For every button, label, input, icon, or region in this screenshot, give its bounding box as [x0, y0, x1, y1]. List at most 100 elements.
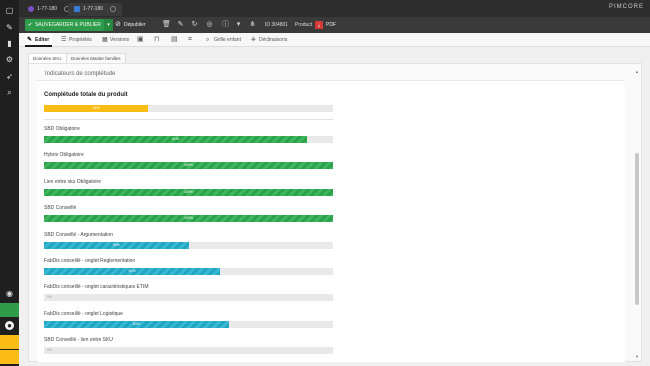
- pimcore-logo-icon[interactable]: [0, 350, 19, 364]
- tools-icon[interactable]: [0, 335, 19, 349]
- tab-notes[interactable]: ▤: [171, 33, 178, 47]
- rename-icon[interactable]: ✎: [175, 19, 186, 31]
- chart-icon[interactable]: ▮: [5, 39, 14, 48]
- indicator-progress-bar: 64%: [44, 320, 333, 328]
- search-icon[interactable]: ⌕: [5, 88, 14, 97]
- panel-title: Indicateurs de complétude: [45, 71, 116, 77]
- variants-icon: ⎈: [251, 37, 256, 43]
- indicator-progress-value: 100%: [184, 216, 193, 221]
- save-publish-button[interactable]: ✔ SAUVEGARDER & PUBLIER: [25, 19, 104, 31]
- check-icon: ✔: [28, 22, 33, 28]
- indicator-progress-value: 0%: [47, 295, 53, 300]
- rocket-icon[interactable]: ➶: [5, 72, 14, 81]
- indicator-progress-value: 50%: [112, 242, 120, 247]
- indicator-progress-bar: 0%: [44, 294, 333, 302]
- delete-icon[interactable]: 🗑: [161, 19, 172, 31]
- indicator-label: SBD Conseillé: [44, 205, 77, 212]
- versions-icon: ▦: [102, 37, 108, 43]
- indicator-label: Lien entre sku Obligatoire: [44, 178, 101, 185]
- indicator-progress-bar: 100%: [44, 215, 333, 223]
- product-icon: [28, 5, 34, 12]
- pdf-icon: ⤓: [315, 20, 323, 29]
- window-tabbar: 1-77-180 1-77-180 PIMCORE: [19, 0, 650, 17]
- document-tab-active[interactable]: 1-77-180: [68, 3, 123, 16]
- indicator-label: FabDis conseillé - onglet caractéristiqu…: [44, 284, 149, 291]
- indicator-progress-bar: 100%: [44, 162, 333, 170]
- object-toolbar: ✔ SAUVEGARDER & PUBLIER ▾ ⊘ Dépublier 🗑 …: [19, 17, 650, 33]
- indicator-progress-value: 100%: [184, 189, 193, 194]
- indicator-label: Hybris Obligatoire: [44, 152, 84, 159]
- tab-sku-data[interactable]: Données SKU: [28, 53, 67, 63]
- save-publish-label: SAUVEGARDER & PUBLIER: [35, 22, 101, 28]
- indicator-progress-value: 0%: [47, 348, 53, 353]
- completeness-panel: Indicateurs de complétude Complétude tot…: [28, 63, 642, 362]
- scrollbar-thumb[interactable]: [635, 153, 639, 305]
- file-icon[interactable]: ▢: [5, 6, 14, 15]
- tab-tags[interactable]: ⌗: [188, 33, 192, 47]
- close-tab-icon[interactable]: [110, 5, 117, 12]
- pdf-button[interactable]: ⤓ PDF: [315, 19, 336, 31]
- pencil-icon: ✎: [27, 37, 33, 43]
- tag-icon: ⌗: [188, 36, 192, 43]
- user-avatar-icon[interactable]: ●: [5, 321, 14, 330]
- block-icon: ⊘: [115, 21, 121, 28]
- tab-child-grid[interactable]: ⌕ Grille enfant: [204, 33, 241, 47]
- reload-icon[interactable]: ↻: [189, 19, 200, 31]
- locate-icon[interactable]: ◎: [204, 19, 215, 31]
- share-icon[interactable]: ⋔: [247, 19, 258, 31]
- divider: [44, 119, 333, 120]
- indicator-progress-value: 91%: [171, 137, 179, 141]
- panel-scrollbar[interactable]: ▲ ▼: [634, 69, 640, 359]
- tab-edit-label: Editer: [35, 37, 50, 43]
- tab-dependencies[interactable]: ⊓: [154, 33, 159, 47]
- indicator-progress-bar: 91%: [44, 136, 333, 143]
- indicator-label: FabDis conseillé - onglet Reglementation: [44, 258, 136, 264]
- tab-master-family-data[interactable]: Données Master familles: [66, 53, 126, 63]
- info-chevron-down-icon[interactable]: ▾: [233, 19, 244, 31]
- calendar-icon: ▣: [137, 36, 144, 43]
- indicator-progress-value: 100%: [184, 163, 193, 168]
- tab-child-grid-label: Grille enfant: [214, 37, 241, 43]
- object-id: ID 304801: [265, 22, 289, 28]
- summary-progress-bar: 36%: [44, 105, 333, 112]
- scroll-up-icon[interactable]: ▲: [634, 69, 640, 74]
- tab-versions-label: Versions: [110, 37, 130, 43]
- object-type: Product: [295, 22, 313, 28]
- scroll-down-icon[interactable]: ▼: [634, 354, 640, 359]
- notes-icon: ▤: [171, 36, 178, 43]
- indicator-progress-bar: 0%: [44, 347, 333, 355]
- indicator-progress-value: 64%: [132, 321, 140, 326]
- indicator-label: SBD Conseillé - Argumentation: [44, 231, 113, 238]
- save-options-chevron-icon[interactable]: ▾: [104, 19, 113, 31]
- completeness-card: Complétude totale du produit 36% SBD Obl…: [37, 80, 625, 362]
- tab-edit[interactable]: ✎ Editer: [25, 33, 52, 47]
- indicator-progress-bar: 100%: [44, 188, 333, 196]
- product-icon: [74, 5, 80, 12]
- tab-schedule[interactable]: ▣: [137, 33, 144, 47]
- summary-title: Complétude totale du produit: [44, 92, 128, 98]
- pdf-label: PDF: [326, 22, 336, 28]
- search-icon: ⌕: [206, 37, 210, 43]
- tab-versions[interactable]: ▦ Versions: [100, 33, 129, 47]
- editor-tabs: ✎ Editer ☰ Propriétés ▦ Versions ▣ ⊓ ▤ ⌗ ⌕ G…: [19, 33, 650, 47]
- app-root: ▢ ✎ ▮ ⚙ ➶ ⌕ ◉ ● 1-77-180 1-77-180 PIMCOR…: [0, 0, 650, 366]
- tab-properties-label: Propriétés: [69, 37, 92, 43]
- unpublish-button[interactable]: ⊘ Dépublier: [115, 19, 145, 31]
- tab-variants-label: Déclinaisons: [259, 37, 288, 43]
- indicator-label: FabDis conseillé - onglet Logistique: [44, 310, 123, 317]
- unpublish-label: Dépublier: [124, 22, 146, 28]
- tab-properties[interactable]: ☰ Propriétés: [59, 33, 92, 47]
- indicator-label: SBD Obligatoire: [44, 126, 80, 132]
- tab-label: 1-77-180: [83, 6, 104, 12]
- gear-icon[interactable]: ⚙: [5, 55, 14, 64]
- notifications-icon[interactable]: [0, 303, 19, 317]
- wrench-icon[interactable]: ✎: [5, 23, 14, 32]
- brand-logo: PIMCORE: [608, 4, 644, 10]
- help-icon[interactable]: ◉: [5, 289, 14, 298]
- list-icon: ☰: [61, 37, 67, 43]
- summary-progress-value: 36%: [92, 106, 100, 110]
- info-icon[interactable]: ⓘ: [220, 19, 231, 31]
- tab-label: 1-77-180: [37, 6, 58, 12]
- indicator-progress-bar: 61%: [44, 268, 333, 275]
- tab-variants[interactable]: ⎈ Déclinaisons: [249, 33, 287, 47]
